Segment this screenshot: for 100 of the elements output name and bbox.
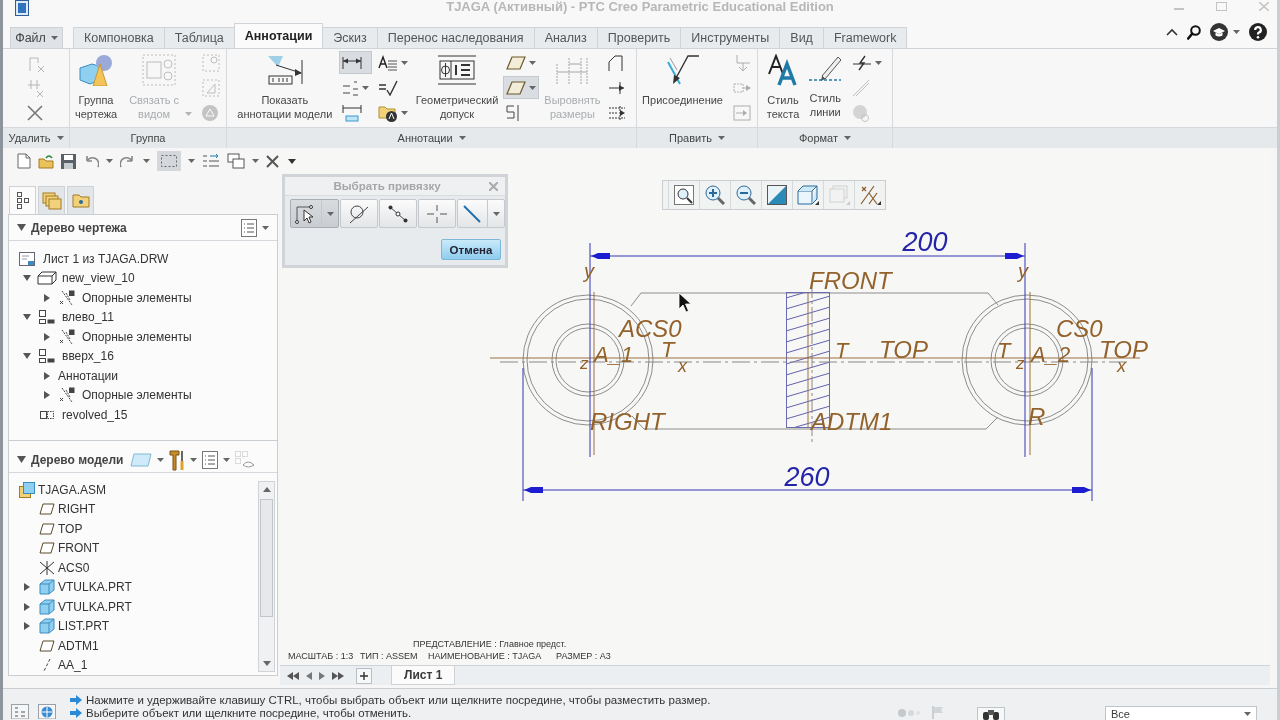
dots-icon[interactable] — [898, 709, 920, 717]
scroll-down-icon[interactable] — [262, 661, 271, 666]
group-menu-button[interactable]: Формат — [798, 132, 852, 144]
tree-item[interactable]: Аннотации — [58, 368, 118, 383]
tree-item[interactable]: FRONT — [58, 541, 100, 556]
add-sheet-button[interactable] — [356, 667, 372, 684]
close-icon[interactable] — [266, 154, 279, 168]
snap-option-button[interactable] — [340, 199, 379, 228]
chevron-up-icon[interactable] — [1166, 28, 1178, 36]
zoom-out-icon[interactable] — [736, 185, 756, 205]
ribbon-tab[interactable]: Компоновка — [73, 27, 165, 48]
scrollbar[interactable] — [258, 481, 275, 672]
zoom-fit-icon[interactable] — [674, 185, 694, 205]
disclosure-triangle-icon[interactable] — [44, 332, 50, 341]
disclosure-triangle-icon[interactable] — [44, 371, 50, 380]
windows-icon[interactable] — [227, 153, 245, 169]
tool-button[interactable] — [338, 51, 372, 74]
ribbon-tab[interactable]: Проверить — [596, 27, 682, 48]
group-menu-button[interactable]: Править — [669, 132, 725, 144]
disclosure-triangle-icon[interactable] — [24, 602, 30, 611]
tools-icon[interactable] — [169, 448, 186, 471]
tree-item[interactable]: влево_11 — [62, 310, 114, 325]
redo-icon[interactable] — [120, 154, 136, 168]
ribbon-button[interactable]: Геометрический допуск — [413, 50, 501, 126]
parallelogram-icon — [39, 503, 55, 516]
disclosure-triangle-icon[interactable] — [24, 583, 30, 592]
ribbon-tab[interactable]: Перенос наследования — [376, 27, 535, 48]
dashed-square-icon — [202, 53, 221, 72]
tree-item[interactable]: Опорные элементы — [82, 388, 192, 403]
disclosure-triangle-icon[interactable] — [23, 314, 31, 321]
disclosure-triangle-icon[interactable] — [23, 353, 31, 360]
save-icon[interactable] — [61, 153, 76, 169]
tree-item[interactable]: LIST.PRT — [58, 619, 110, 634]
disclosure-triangle-icon[interactable] — [24, 622, 30, 631]
collapse-triangle-icon[interactable] — [17, 456, 26, 463]
ribbon-button[interactable]: Присоединение — [640, 50, 725, 126]
help-icon[interactable] — [1249, 23, 1267, 41]
tree-item[interactable]: ADTM1 — [58, 638, 99, 653]
snap-option-button[interactable] — [379, 199, 418, 228]
ribbon-tab[interactable]: Таблица — [163, 27, 235, 48]
collapse-triangle-icon[interactable] — [17, 224, 26, 231]
snap-option-button[interactable] — [457, 199, 505, 228]
sheet-tab[interactable]: Лист 1 — [391, 666, 456, 685]
title-block-text: ПРЕДСТАВЛЕНИЕ : Главное предст. — [413, 639, 567, 649]
next-icon[interactable] — [319, 671, 325, 680]
find-button[interactable] — [977, 707, 1005, 720]
tree-item[interactable]: Опорные элементы — [82, 290, 192, 305]
graduation-cap-icon[interactable] — [1210, 23, 1228, 41]
ribbon-tab[interactable]: Инструменты — [680, 27, 781, 48]
snap-option-button[interactable] — [290, 199, 340, 228]
tree-item[interactable]: revolved_15 — [62, 407, 128, 422]
tree-item[interactable]: RIGHT — [58, 502, 96, 517]
ribbon-tab[interactable]: Эскиз — [322, 27, 378, 48]
cancel-button[interactable]: Отмена — [441, 239, 501, 260]
ribbon-button[interactable]: Стиль текста — [764, 50, 802, 126]
undo-icon[interactable] — [83, 154, 99, 168]
dropdown-triangle-icon[interactable] — [288, 159, 296, 164]
filter-dropdown[interactable]: Все — [1105, 706, 1257, 720]
tool-button[interactable] — [503, 76, 540, 99]
tree-item[interactable]: TOP — [58, 521, 83, 536]
tree-item[interactable]: AA_1 — [58, 658, 88, 673]
new-file-icon[interactable] — [17, 153, 31, 169]
tree-item[interactable]: new_view_10 — [62, 271, 135, 286]
ribbon-button[interactable]: Показать аннотации модели — [233, 50, 336, 126]
ribbon-tab[interactable]: Анализ — [533, 27, 598, 48]
list-icon[interactable] — [202, 450, 219, 469]
scrollbar-thumb[interactable] — [260, 499, 273, 617]
ribbon-tab[interactable]: Framework — [822, 27, 908, 48]
ribbon-tab[interactable]: Вид — [779, 27, 824, 48]
tree-item[interactable]: ACS0 — [58, 560, 90, 575]
caret-icon — [844, 136, 852, 140]
selection-box-icon[interactable] — [157, 151, 181, 171]
search-icon[interactable] — [1187, 24, 1201, 40]
tree-item[interactable]: VTULKA.PRT — [58, 599, 132, 614]
group-menu-button[interactable]: Аннотации — [397, 132, 466, 144]
scroll-up-icon[interactable] — [262, 487, 271, 492]
dashed-square-icon — [202, 78, 221, 97]
ribbon-button[interactable]: Стиль линии — [806, 50, 845, 126]
tree-item[interactable]: TJAGA.ASM — [38, 482, 106, 497]
tree-item[interactable]: вверх_16 — [62, 349, 114, 364]
open-folder-icon[interactable] — [38, 153, 54, 169]
tree-item[interactable]: Лист 1 из TJAGA.DRW — [43, 251, 169, 266]
diagonal-square-icon[interactable] — [767, 185, 787, 205]
crossed-lines-icon[interactable] — [859, 185, 881, 205]
file-menu-button[interactable]: Файл — [10, 27, 63, 48]
ribbon-button[interactable]: Группа чертежа — [73, 50, 120, 126]
disclosure-triangle-icon[interactable] — [44, 293, 50, 302]
list-icon[interactable] — [241, 218, 257, 237]
rewind-icon[interactable] — [287, 671, 299, 680]
group-menu-button[interactable]: Удалить — [8, 132, 64, 144]
tree-item[interactable]: VTULKA.PRT — [58, 580, 132, 595]
tree-item[interactable]: Опорные элементы — [82, 329, 192, 344]
globe-icon[interactable] — [38, 704, 56, 719]
disclosure-triangle-icon[interactable] — [44, 391, 50, 400]
cube-icon[interactable] — [797, 185, 819, 205]
zoom-in-icon[interactable] — [705, 185, 725, 205]
disclosure-triangle-icon[interactable] — [23, 275, 31, 282]
fast-forward-icon[interactable] — [332, 671, 344, 680]
navigator-tab[interactable] — [9, 186, 36, 214]
previous-icon[interactable] — [306, 671, 312, 680]
